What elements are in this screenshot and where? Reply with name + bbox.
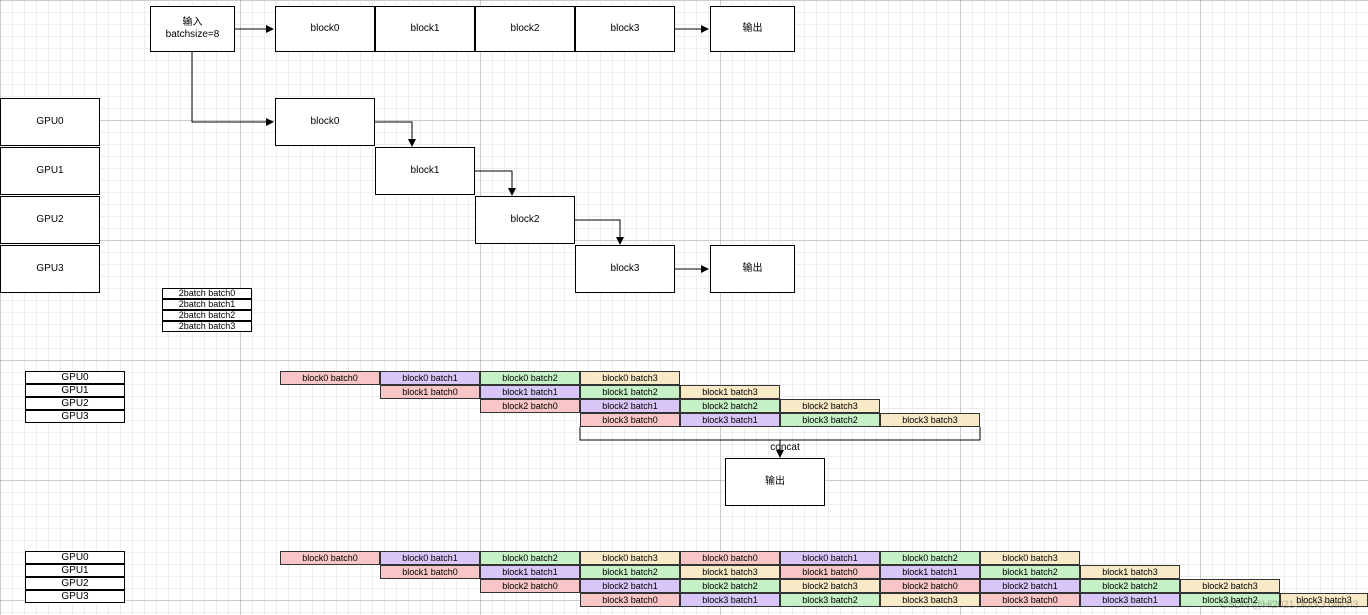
stair-block2: block2 — [475, 196, 575, 244]
gpu2-box: GPU2 — [0, 196, 100, 244]
batch-split-row2: 2batch batch2 — [162, 310, 252, 321]
p2-r1c4: block1 batch0 — [780, 565, 880, 579]
p2-r1c1: block1 batch1 — [480, 565, 580, 579]
stair-block1: block1 — [375, 147, 475, 195]
p2-r3c3: block3 batch3 — [880, 593, 980, 607]
p1-r0c1: block0 batch1 — [380, 371, 480, 385]
p1-r3c1: block3 batch1 — [680, 413, 780, 427]
stair-block3: block3 — [575, 245, 675, 293]
input-label2: batchsize=8 — [166, 29, 220, 41]
p2-r1c3: block1 batch3 — [680, 565, 780, 579]
gpu0-box: GPU0 — [0, 98, 100, 146]
top-block3: block3 — [575, 6, 675, 52]
p1-gpu0: GPU0 — [25, 371, 125, 384]
p2-r0c5: block0 batch1 — [780, 551, 880, 565]
p1-r3c0: block3 batch0 — [580, 413, 680, 427]
p1-r2c0: block2 batch0 — [480, 399, 580, 413]
p1-r0c0: block0 batch0 — [280, 371, 380, 385]
p2-r2c0: block2 batch0 — [480, 579, 580, 593]
p2-r0c3: block0 batch3 — [580, 551, 680, 565]
top-block0: block0 — [275, 6, 375, 52]
p2-r2c4: block2 batch0 — [880, 579, 980, 593]
p2-r0c6: block0 batch2 — [880, 551, 980, 565]
p2-gpu2: GPU2 — [25, 577, 125, 590]
watermark: CSDN @Hi2021 block3 batch3 — [1220, 599, 1358, 611]
batch-split-row3: 2batch batch3 — [162, 321, 252, 332]
top-block1: block1 — [375, 6, 475, 52]
p1-gpu3: GPU3 — [25, 410, 125, 423]
p2-r1c7: block1 batch3 — [1080, 565, 1180, 579]
concat-label: concat — [760, 442, 810, 453]
stair-block0: block0 — [275, 98, 375, 146]
batch-split-row0: 2batch batch0 — [162, 288, 252, 299]
gpu3-box: GPU3 — [0, 245, 100, 293]
p2-r0c1: block0 batch1 — [380, 551, 480, 565]
p1-output: 输出 — [725, 458, 825, 506]
input-label1: 输入 — [166, 17, 220, 29]
p1-gpu2: GPU2 — [25, 397, 125, 410]
top-block2: block2 — [475, 6, 575, 52]
p2-r1c2: block1 batch2 — [580, 565, 680, 579]
p2-r1c6: block1 batch2 — [980, 565, 1080, 579]
p2-gpu1: GPU1 — [25, 564, 125, 577]
batch-split-row1: 2batch batch1 — [162, 299, 252, 310]
p1-r2c2: block2 batch2 — [680, 399, 780, 413]
p2-r3c0: block3 batch0 — [580, 593, 680, 607]
p1-r2c3: block2 batch3 — [780, 399, 880, 413]
p2-r2c1: block2 batch1 — [580, 579, 680, 593]
p2-r1c5: block1 batch1 — [880, 565, 980, 579]
p1-r1c2: block1 batch2 — [580, 385, 680, 399]
p2-gpu0: GPU0 — [25, 551, 125, 564]
p2-r0c0: block0 batch0 — [280, 551, 380, 565]
p2-gpu3: GPU3 — [25, 590, 125, 603]
p2-r2c5: block2 batch1 — [980, 579, 1080, 593]
p2-r2c2: block2 batch2 — [680, 579, 780, 593]
p1-r1c0: block1 batch0 — [380, 385, 480, 399]
p2-r3c1: block3 batch1 — [680, 593, 780, 607]
p1-r0c2: block0 batch2 — [480, 371, 580, 385]
p2-r2c6: block2 batch2 — [1080, 579, 1180, 593]
p2-r3c2: block3 batch2 — [780, 593, 880, 607]
p1-r0c3: block0 batch3 — [580, 371, 680, 385]
top-output: 输出 — [710, 6, 795, 52]
p1-r1c3: block1 batch3 — [680, 385, 780, 399]
p2-r1c0: block1 batch0 — [380, 565, 480, 579]
p2-r3c4: block3 batch0 — [980, 593, 1080, 607]
gpu1-box: GPU1 — [0, 147, 100, 195]
p2-r3c5: block3 batch1 — [1080, 593, 1180, 607]
p1-r1c1: block1 batch1 — [480, 385, 580, 399]
p2-r2c7: block2 batch3 — [1180, 579, 1280, 593]
p1-r3c2: block3 batch2 — [780, 413, 880, 427]
p2-r0c4: block0 batch0 — [680, 551, 780, 565]
input-box: 输入 batchsize=8 — [150, 6, 235, 52]
p2-r0c2: block0 batch2 — [480, 551, 580, 565]
stair-output: 输出 — [710, 245, 795, 293]
p2-r2c3: block2 batch3 — [780, 579, 880, 593]
p1-gpu1: GPU1 — [25, 384, 125, 397]
p2-r0c7: block0 batch3 — [980, 551, 1080, 565]
p1-r2c1: block2 batch1 — [580, 399, 680, 413]
p1-r3c3: block3 batch3 — [880, 413, 980, 427]
